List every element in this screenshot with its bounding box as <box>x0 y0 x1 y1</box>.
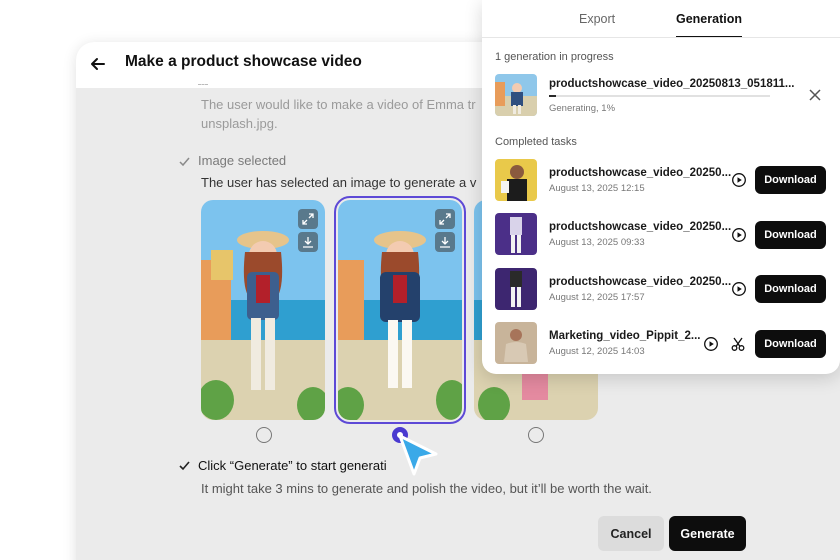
task-thumbnail <box>495 74 537 116</box>
in-progress-label: 1 generation in progress <box>495 51 614 63</box>
faded-message-line: The user would like to make a video of E… <box>201 97 476 112</box>
play-icon[interactable] <box>731 227 747 243</box>
download-icon[interactable] <box>298 232 318 252</box>
task-thumbnail <box>495 159 537 201</box>
check-icon <box>179 461 190 471</box>
image-option-radio-1[interactable] <box>256 427 272 443</box>
image-selected-label: Image selected <box>198 153 287 168</box>
task-name: productshowcase_video_20250... <box>549 221 732 233</box>
task-date: August 12, 2025 14:03 <box>549 346 645 357</box>
task-name: productshowcase_video_20250... <box>549 276 732 288</box>
completed-label: Completed tasks <box>495 136 577 148</box>
faded-message-line: unsplash.jpg. <box>201 116 278 131</box>
progress-fill <box>549 95 556 97</box>
generation-panel: Export Generation 1 generation in progre… <box>482 0 840 374</box>
generate-step-desc: It might take 3 mins to generate and pol… <box>201 481 652 496</box>
generate-button[interactable]: Generate <box>669 516 746 551</box>
task-thumbnail <box>495 268 537 310</box>
expand-icon[interactable] <box>298 209 318 229</box>
divider <box>482 37 840 38</box>
check-icon <box>179 157 190 167</box>
scissors-icon[interactable] <box>730 336 746 352</box>
download-button[interactable]: Download <box>755 166 826 194</box>
play-icon[interactable] <box>703 336 719 352</box>
progress-bar <box>549 95 770 97</box>
task-date: August 12, 2025 17:57 <box>549 292 645 303</box>
expand-icon[interactable] <box>435 209 455 229</box>
task-date: August 13, 2025 09:33 <box>549 237 645 248</box>
task-date: August 13, 2025 12:15 <box>549 183 645 194</box>
tab-export[interactable]: Export <box>579 12 615 26</box>
task-thumbnail <box>495 213 537 255</box>
page-title: Make a product showcase video <box>125 53 362 70</box>
download-button[interactable]: Download <box>755 330 826 358</box>
image-selected-desc: The user has selected an image to genera… <box>201 175 477 190</box>
download-button[interactable]: Download <box>755 221 826 249</box>
download-icon[interactable] <box>435 232 455 252</box>
play-icon[interactable] <box>731 281 747 297</box>
pointer-cursor-icon <box>398 434 438 476</box>
task-name: productshowcase_video_20250813_051811... <box>549 78 795 90</box>
image-option-radio-3[interactable] <box>528 427 544 443</box>
task-thumbnail <box>495 322 537 364</box>
image-option-1[interactable] <box>201 200 325 420</box>
play-icon[interactable] <box>731 172 747 188</box>
task-status: Generating, 1% <box>549 103 616 114</box>
task-name: Marketing_video_Pippit_2... <box>549 330 701 342</box>
image-option-2[interactable] <box>334 196 466 424</box>
back-arrow-icon[interactable] <box>88 54 108 74</box>
task-name: productshowcase_video_20250... <box>549 167 732 179</box>
close-icon[interactable] <box>808 88 822 102</box>
download-button[interactable]: Download <box>755 275 826 303</box>
cancel-button[interactable]: Cancel <box>598 516 664 551</box>
tab-generation[interactable]: Generation <box>676 12 742 26</box>
generate-step-label: Click “Generate” to start generati <box>198 458 387 473</box>
faded-divider <box>198 84 208 88</box>
